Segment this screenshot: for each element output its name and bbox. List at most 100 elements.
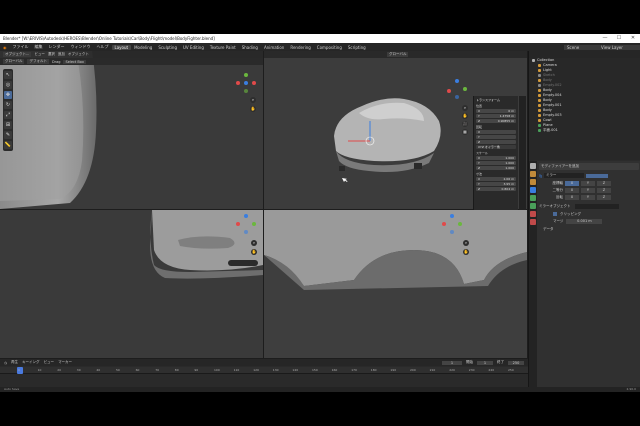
end-frame-field[interactable]: 250 <box>508 360 524 365</box>
tab-rendering[interactable]: Rendering <box>287 45 313 50</box>
select-box-dropdown[interactable]: Select Box <box>63 59 86 64</box>
cursor-tool-icon[interactable]: ◎ <box>4 81 12 89</box>
modifier-name-field[interactable]: ミラー <box>543 173 584 178</box>
zoom-icon[interactable]: ⌕ <box>250 97 256 103</box>
bisect-z-toggle[interactable]: Z <box>597 188 611 193</box>
mode-dropdown[interactable]: オブジェクト... <box>3 52 32 57</box>
bisect-x-toggle[interactable]: X <box>565 188 579 193</box>
zoom-icon[interactable]: ⌕ <box>462 105 468 111</box>
pan-icon[interactable]: ✋ <box>463 249 469 255</box>
render-tab-icon[interactable] <box>530 171 536 177</box>
location-x-field[interactable]: X0 m <box>476 109 516 113</box>
material-tab-icon[interactable] <box>530 211 536 217</box>
move-tool-icon[interactable]: ✥ <box>4 91 12 99</box>
rotate-tool-icon[interactable]: ↻ <box>4 101 12 109</box>
outliner-row[interactable]: 平面.001 <box>529 128 640 133</box>
modifier-tab-icon[interactable] <box>530 187 536 193</box>
dimension-z-field[interactable]: Z 0.804 m <box>476 187 516 191</box>
rotation-x-field[interactable]: X <box>476 130 516 134</box>
scale-y-field[interactable]: Y 1.000 <box>476 161 516 165</box>
tab-sculpting[interactable]: Sculpting <box>155 45 180 50</box>
tab-shading[interactable]: Shading <box>239 45 261 50</box>
tab-animation[interactable]: Animation <box>261 45 287 50</box>
flip-z-toggle[interactable]: Z <box>597 195 611 200</box>
scale-tool-icon[interactable]: ⤢ <box>4 111 12 119</box>
merge-distance-field[interactable]: 0.001 m <box>566 219 603 224</box>
axis-x-toggle[interactable]: X <box>565 181 579 186</box>
menu-help[interactable]: ヘルプ <box>94 44 112 50</box>
tab-uv-editing[interactable]: UV Editing <box>180 45 207 50</box>
location-y-field[interactable]: Y 1.4758 m <box>476 114 516 118</box>
scene-selector[interactable]: Scene <box>564 44 598 50</box>
ortho-toggle-icon[interactable]: ▦ <box>462 129 468 135</box>
menu-playback[interactable]: 再生 <box>11 360 18 365</box>
menu-marker[interactable]: マーカー <box>58 360 72 365</box>
pan-icon[interactable]: ✋ <box>251 249 257 255</box>
blender-logo-icon[interactable]: ◉ <box>0 45 10 50</box>
gizmo-bottom-right[interactable] <box>442 214 462 234</box>
menu-edit[interactable]: 編集 <box>32 44 46 50</box>
gizmo-front[interactable] <box>236 73 256 93</box>
rotation-mode-dropdown[interactable]: XYZ オイラー角 <box>476 145 516 149</box>
timeline-editor-icon[interactable]: ◷ <box>4 361 7 365</box>
current-frame-field[interactable]: 1 <box>442 360 462 365</box>
axis-z-toggle[interactable]: Z <box>597 181 611 186</box>
tab-modeling[interactable]: Modeling <box>131 45 155 50</box>
add-modifier-dropdown[interactable]: モディファイアーを追加 <box>539 163 639 170</box>
data-subpanel[interactable]: データ <box>539 227 639 232</box>
minimize-button[interactable]: — <box>598 34 612 43</box>
dimension-y-field[interactable]: Y 3.95 m <box>476 182 516 186</box>
axis-y-toggle[interactable]: Y <box>581 181 595 186</box>
select-tool-icon[interactable]: ↖ <box>4 71 12 79</box>
clipping-checkbox[interactable] <box>553 212 557 216</box>
zoom-icon[interactable]: ⌕ <box>251 240 257 246</box>
zoom-icon[interactable]: ⌕ <box>463 240 469 246</box>
mirror-object-field[interactable] <box>575 204 619 209</box>
texture-tab-icon[interactable] <box>530 219 536 225</box>
transform-orientation[interactable]: グローバル <box>3 59 25 64</box>
particles-tab-icon[interactable] <box>530 195 536 201</box>
menu-select[interactable]: 選択 <box>48 52 55 57</box>
flip-y-toggle[interactable]: Y <box>581 195 595 200</box>
start-frame-field[interactable]: 1 <box>477 360 493 365</box>
pan-icon[interactable]: ✋ <box>250 106 256 112</box>
bisect-y-toggle[interactable]: Y <box>581 188 595 193</box>
frame-ruler[interactable]: 0 10 20 30 40 50 60 70 80 90 100 110 120 130 140 150 160… <box>0 367 528 374</box>
menu-add[interactable]: 追加 <box>58 52 65 57</box>
gizmo-perspective[interactable] <box>447 79 467 99</box>
physics-tab-icon[interactable] <box>530 203 536 209</box>
dimension-x-field[interactable]: X 2.06 m <box>476 177 516 181</box>
annotate-tool-icon[interactable]: ✎ <box>4 131 12 139</box>
tab-scripting[interactable]: Scripting <box>345 45 369 50</box>
menu-object[interactable]: オブジェクト <box>68 52 89 57</box>
location-z-field[interactable]: Z 0.90855 m <box>476 119 516 123</box>
tool-tab-icon[interactable] <box>530 163 536 169</box>
tab-texture-paint[interactable]: Texture Paint <box>207 45 239 50</box>
maximize-button[interactable]: ☐ <box>612 34 626 43</box>
output-tab-icon[interactable] <box>530 179 536 185</box>
flip-x-toggle[interactable]: X <box>565 195 579 200</box>
menu-view[interactable]: ビュー <box>34 52 45 57</box>
tab-compositing[interactable]: Compositing <box>314 45 345 50</box>
gizmo-bottom-left[interactable] <box>236 214 256 234</box>
menu-keying[interactable]: キーイング <box>22 360 40 365</box>
pivot-dropdown[interactable]: デフォルト <box>27 59 49 64</box>
transform-tool-icon[interactable]: ⊞ <box>4 121 12 129</box>
viewport-bottom-left[interactable]: ⌕ ✋ <box>0 210 263 358</box>
rotation-z-field[interactable]: Z <box>476 140 516 144</box>
tab-layout[interactable]: Layout <box>111 44 132 50</box>
view-layer-selector[interactable]: View Layer <box>598 44 640 50</box>
menu-file[interactable]: ファイル <box>10 44 32 50</box>
camera-view-icon[interactable]: 🎥 <box>462 121 468 127</box>
menu-window[interactable]: ウィンドウ <box>68 44 94 50</box>
close-button[interactable]: ✕ <box>626 34 640 43</box>
viewport-top-left[interactable]: ↖ ◎ ✥ ↻ ⤢ ⊞ ✎ 📏 ⌕ ✋ <box>0 51 263 209</box>
measure-tool-icon[interactable]: 📏 <box>4 141 12 149</box>
scale-x-field[interactable]: X 1.000 <box>476 156 516 160</box>
menu-render[interactable]: レンダー <box>46 44 68 50</box>
pan-icon[interactable]: ✋ <box>462 113 468 119</box>
rotation-y-field[interactable]: Y <box>476 135 516 139</box>
menu-timeline-view[interactable]: ビュー <box>44 360 55 365</box>
scale-z-field[interactable]: Z 1.000 <box>476 166 516 170</box>
modifier-visibility-icons[interactable] <box>585 173 608 178</box>
